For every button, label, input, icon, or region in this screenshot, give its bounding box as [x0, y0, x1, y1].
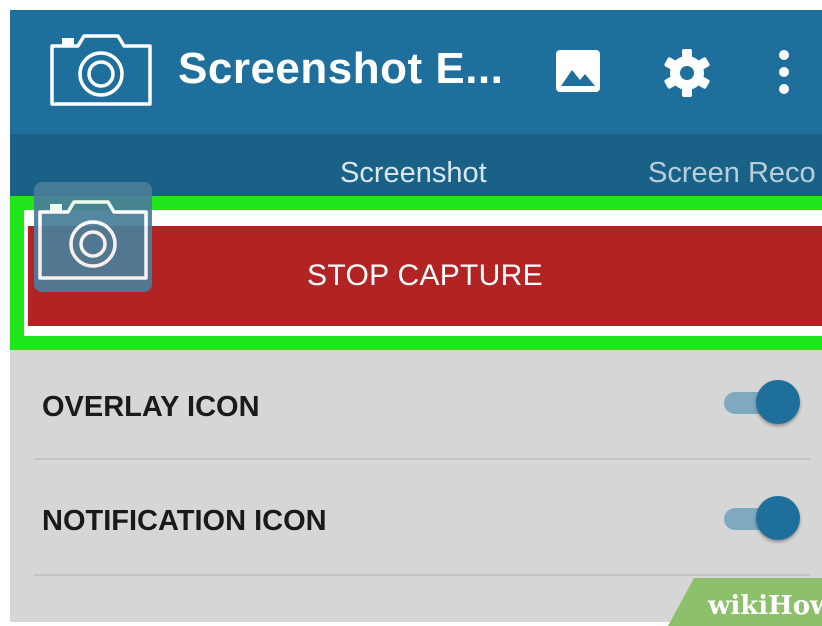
app-toolbar: Screenshot E... — [10, 10, 822, 134]
tab-screen-recorder[interactable]: Screen Reco — [648, 156, 816, 190]
setting-row-notification-icon: NOTIFICATION ICON — [10, 460, 822, 576]
toggle-thumb — [756, 380, 800, 424]
camera-icon — [50, 34, 152, 106]
overlay-icon-toggle[interactable] — [724, 378, 802, 426]
divider — [34, 574, 810, 576]
overflow-menu-icon[interactable] — [774, 48, 794, 96]
gear-icon[interactable] — [662, 48, 712, 98]
app-screen: Screenshot E... Screenshot Screen Reco S… — [10, 10, 822, 622]
toggle-thumb — [756, 496, 800, 540]
overlay-camera-button[interactable] — [34, 182, 152, 292]
wikihow-watermark: wikiHow — [668, 578, 822, 626]
overlay-camera-icon — [38, 200, 148, 280]
app-title: Screenshot E... — [178, 44, 504, 93]
notification-icon-toggle[interactable] — [724, 494, 802, 542]
tab-screenshot[interactable]: Screenshot — [340, 156, 487, 190]
notification-icon-label: NOTIFICATION ICON — [42, 505, 327, 537]
wikihow-logo-text: wikiHow — [707, 591, 822, 621]
cut-off-setting-label — [42, 610, 162, 622]
image-icon[interactable] — [554, 48, 602, 94]
setting-row-overlay-icon: OVERLAY ICON — [10, 350, 822, 466]
overlay-icon-label: OVERLAY ICON — [42, 391, 260, 423]
